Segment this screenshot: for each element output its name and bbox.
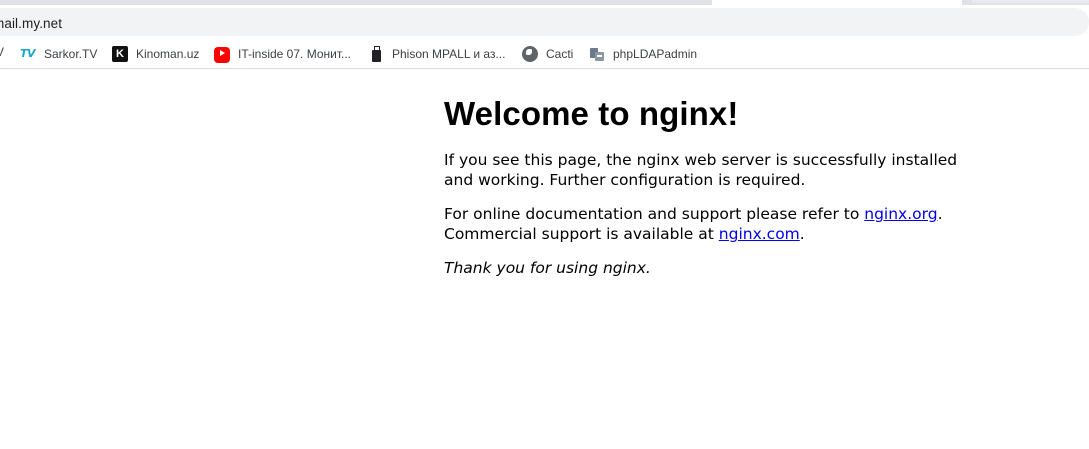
commercial-text: Commercial support is available at xyxy=(444,225,719,243)
globe-icon xyxy=(522,46,538,62)
bookmark-kinoman[interactable]: K Kinoman.uz xyxy=(112,44,199,64)
bookmark-sarkor-tv[interactable]: TV Sarkor.TV xyxy=(20,44,97,64)
bookmark-label: Cacti xyxy=(546,47,574,61)
page-title: Welcome to nginx! xyxy=(444,95,739,132)
bookmark-label: Phison MPALL и аз... xyxy=(392,47,506,61)
intro-paragraph: If you see this page, the nginx web serv… xyxy=(444,151,958,189)
bookmark-phpldapadmin[interactable]: phpLDAPadmin xyxy=(589,44,697,64)
bookmark-label: Sarkor.TV xyxy=(44,47,98,61)
thanks-text: Thank you for using nginx. xyxy=(444,259,651,277)
inactive-tab-edge[interactable] xyxy=(972,0,1089,3)
docs-period: . xyxy=(937,205,943,223)
commercial-period: . xyxy=(799,225,805,243)
docs-text: For online documentation and support ple… xyxy=(444,205,865,223)
bookmark-label: Kinoman.uz xyxy=(136,47,200,61)
page-content: Welcome to nginx! If you see this page, … xyxy=(444,70,964,278)
usb-drive-icon xyxy=(368,46,384,62)
phpldapadmin-icon xyxy=(589,46,605,62)
bookmark-phison-mpall[interactable]: Phison MPALL и аз... xyxy=(368,44,505,64)
bookmark-label: phpLDAPadmin xyxy=(613,47,698,61)
bookmark-partial[interactable]: V xyxy=(0,45,4,59)
nginx-org-link[interactable]: nginx.org xyxy=(864,205,937,223)
browser-toolbar: mail.my.net xyxy=(0,5,1089,38)
address-bar[interactable]: mail.my.net xyxy=(0,8,1089,36)
bookmark-cacti[interactable]: Cacti xyxy=(522,44,573,64)
youtube-icon xyxy=(214,47,230,63)
sarkor-tv-icon: TV xyxy=(20,47,36,60)
docs-paragraph: For online documentation and support ple… xyxy=(444,204,964,244)
address-bar-url[interactable]: mail.my.net xyxy=(0,16,62,31)
bookmark-label: IT-inside 07. Монит... xyxy=(238,47,352,61)
bookmark-it-inside[interactable]: IT-inside 07. Монит... xyxy=(214,44,351,64)
nginx-com-link[interactable]: nginx.com xyxy=(719,225,800,243)
bookmarks-bar: V TV Sarkor.TV K Kinoman.uz IT-inside 07… xyxy=(0,38,1089,69)
kinoman-k-icon: K xyxy=(112,46,128,62)
thanks-paragraph: Thank you for using nginx. xyxy=(444,258,964,278)
